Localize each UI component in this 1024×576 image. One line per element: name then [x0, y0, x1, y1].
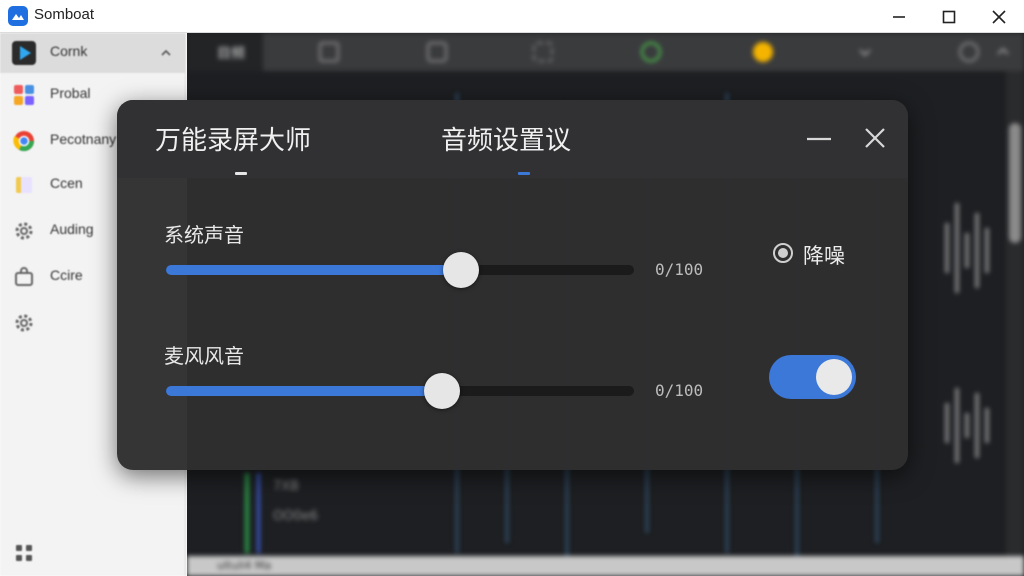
- tab-indicator: [235, 172, 247, 175]
- chevron-up-icon[interactable]: [993, 42, 1013, 62]
- system-audio-value: 0/100: [655, 260, 704, 279]
- gear-icon[interactable]: [959, 42, 979, 62]
- sidebar-item-label: Pecotnany: [50, 131, 117, 147]
- maximize-button[interactable]: [924, 0, 974, 33]
- mic-audio-slider[interactable]: [166, 371, 634, 411]
- play-icon: [12, 41, 36, 65]
- tab-audio-settings[interactable]: 音频设置议: [441, 120, 571, 157]
- system-audio-slider[interactable]: [166, 250, 634, 290]
- crop-icon[interactable]: [533, 42, 553, 62]
- scroll-thumb[interactable]: [1009, 123, 1021, 243]
- slider-thumb[interactable]: [424, 373, 460, 409]
- slider-thumb[interactable]: [443, 252, 479, 288]
- noise-reduction-label[interactable]: 降噪: [803, 240, 845, 270]
- green-dot-icon[interactable]: [641, 42, 661, 62]
- minimize-icon: [807, 137, 831, 141]
- tab-indicator: [518, 172, 530, 175]
- app-title: Somboat: [34, 6, 95, 23]
- mic-toggle-switch[interactable]: [769, 355, 856, 399]
- app-logo-icon: [8, 6, 28, 26]
- title-bar: Somboat: [0, 0, 1024, 33]
- close-window-button[interactable]: [974, 0, 1024, 33]
- status-bar: ultuli4 Ma: [187, 556, 1024, 576]
- bag-icon: [12, 265, 36, 289]
- sidebar-item-label: Ccire: [50, 267, 83, 283]
- toggle-knob: [816, 359, 852, 395]
- track-label: OO0e6: [273, 509, 319, 524]
- mic-audio-value: 0/100: [655, 381, 704, 400]
- tab-audio-label: 目频: [217, 46, 245, 62]
- close-icon: [992, 9, 1006, 24]
- folder-icon[interactable]: [319, 42, 339, 62]
- track-marker: [245, 473, 249, 553]
- gear-icon: [12, 311, 36, 335]
- tab-audio-settings-label: 音频设置议: [441, 126, 572, 156]
- chevron-down-icon[interactable]: [855, 42, 875, 62]
- status-text: ultuli4 Ma: [217, 559, 272, 572]
- editor-toolbar: 目频: [187, 33, 1024, 71]
- sidebar-item-cornk[interactable]: Cornk: [0, 33, 186, 73]
- tab-screen-recorder-label: 万能录屏大师: [155, 126, 312, 156]
- vertical-scrollbar[interactable]: [1006, 71, 1024, 576]
- square-icon[interactable]: [427, 42, 447, 62]
- chevron-up-icon[interactable]: [160, 47, 172, 59]
- radio-dot: [778, 248, 788, 258]
- track-marker: [257, 473, 260, 553]
- minimize-icon: [893, 15, 905, 18]
- grid-menu-icon[interactable]: [14, 543, 34, 567]
- system-audio-label: 系统声音: [164, 223, 244, 247]
- app-tiles-icon: [12, 83, 36, 107]
- tab-screen-recorder[interactable]: 万能录屏大师: [155, 120, 311, 157]
- dialog-close-button[interactable]: [859, 122, 891, 154]
- sidebar-item-label: Auding: [50, 221, 94, 237]
- gear-icon: [12, 219, 36, 243]
- minimize-button[interactable]: [874, 0, 924, 33]
- dialog-minimize-button[interactable]: [803, 122, 835, 154]
- sidebar-item-label: Probal: [50, 85, 91, 101]
- noise-reduction-radio[interactable]: [773, 243, 793, 263]
- maximize-icon: [942, 10, 956, 23]
- track-label: 7XB: [273, 479, 300, 494]
- folder-icon: [12, 173, 36, 197]
- tab-audio[interactable]: 目频: [187, 33, 263, 71]
- sidebar-item-label: Cornk: [50, 43, 88, 59]
- mic-audio-label: 麦风风音: [164, 344, 244, 368]
- browser-icon: [12, 129, 36, 153]
- sidebar-item-label: Ccen: [50, 175, 83, 191]
- slider-fill: [166, 265, 461, 275]
- close-icon: [865, 128, 885, 148]
- slider-fill: [166, 386, 442, 396]
- audio-settings-dialog: 万能录屏大师 音频设置议 系统声音 0/100 降噪 麦风风音 0/100: [117, 100, 908, 470]
- bell-icon[interactable]: [753, 42, 773, 62]
